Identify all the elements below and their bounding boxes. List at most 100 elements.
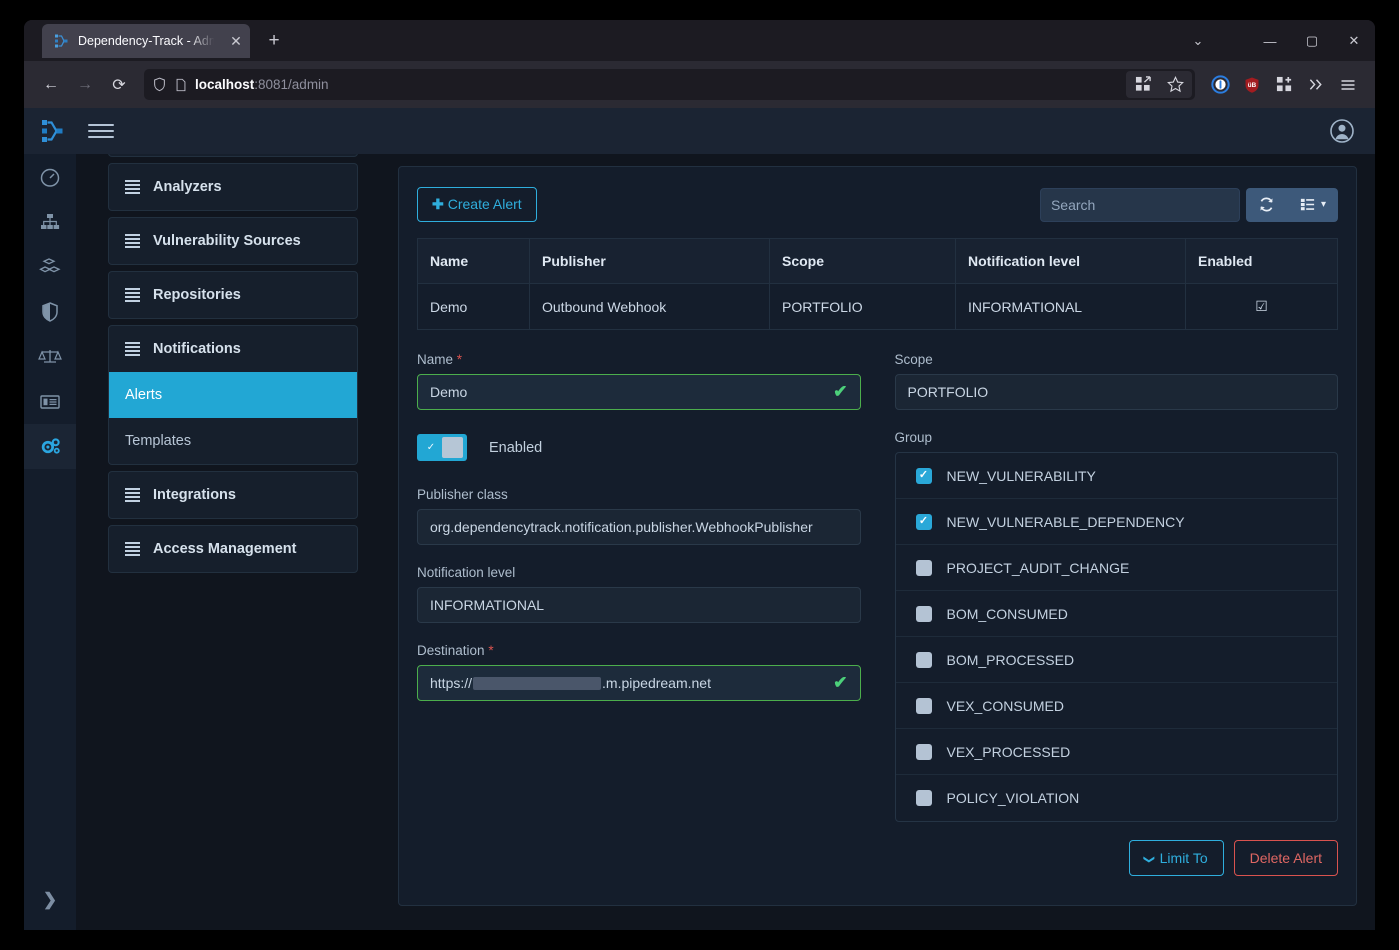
destination-input[interactable]: https:// .m.pipedream.net ✔ bbox=[417, 665, 861, 701]
close-window-button[interactable]: ✕ bbox=[1333, 26, 1375, 56]
ublock-origin-icon[interactable]: üB bbox=[1237, 71, 1267, 98]
bookmark-star-icon[interactable] bbox=[1160, 71, 1190, 98]
refresh-button[interactable] bbox=[1246, 188, 1287, 222]
destination-suffix: .m.pipedream.net bbox=[602, 675, 711, 691]
sidebar-group-repositories: Repositories bbox=[108, 271, 358, 319]
checkbox-bom-consumed[interactable] bbox=[915, 605, 932, 622]
list-item[interactable]: VEX_CONSUMED bbox=[895, 683, 1337, 729]
checkbox-project-audit-change[interactable] bbox=[915, 559, 932, 576]
label-name-text: Name bbox=[417, 352, 454, 367]
sidebar-item-label: Notifications bbox=[153, 341, 241, 357]
shield-icon bbox=[42, 301, 58, 322]
column-header-enabled[interactable]: Enabled bbox=[1185, 238, 1338, 284]
hamburger-menu-icon[interactable] bbox=[88, 121, 114, 141]
name-input[interactable]: Demo ✔ bbox=[417, 374, 861, 410]
tab-list-chevron-icon[interactable]: ⌄ bbox=[1177, 26, 1219, 56]
group-checkbox-list: NEW_VULNERABILITY NEW_VULNERABLE_DEPENDE… bbox=[894, 452, 1338, 822]
notification-level-select[interactable]: INFORMATIONAL bbox=[417, 587, 861, 623]
group-item-label: BOM_PROCESSED bbox=[946, 651, 1075, 668]
checkbox-new-vulnerable-dependency[interactable] bbox=[915, 513, 932, 530]
label-name: Name * bbox=[417, 352, 861, 367]
sidebar-item-label: Access Management bbox=[153, 541, 297, 557]
table-row[interactable]: Demo Outbound Webhook PORTFOLIO INFORMAT… bbox=[417, 283, 1338, 330]
sidebar-item-templates[interactable]: Templates bbox=[109, 418, 357, 464]
rail-item-licenses[interactable] bbox=[24, 334, 76, 379]
cell-name: Demo bbox=[417, 283, 530, 330]
app-menu-icon[interactable] bbox=[1333, 71, 1363, 98]
column-header-publisher[interactable]: Publisher bbox=[529, 238, 770, 284]
rail-item-vulnerabilities[interactable] bbox=[24, 289, 76, 334]
sidebar-item-integrations[interactable]: Integrations bbox=[109, 472, 357, 518]
sidebar-item-notifications[interactable]: Notifications bbox=[109, 326, 357, 372]
form-actions: ❯ Limit To Delete Alert bbox=[895, 840, 1338, 876]
enabled-toggle-label: Enabled bbox=[489, 439, 543, 456]
app-header bbox=[24, 108, 1375, 154]
limit-to-button[interactable]: ❯ Limit To bbox=[1129, 840, 1224, 876]
checkbox-bom-processed[interactable] bbox=[915, 651, 932, 668]
list-item[interactable]: BOM_PROCESSED bbox=[895, 637, 1337, 683]
rail-item-components[interactable] bbox=[24, 244, 76, 289]
browser-tab[interactable]: Dependency-Track - Admi ✕ bbox=[42, 24, 250, 58]
group-item-label: PROJECT_AUDIT_CHANGE bbox=[946, 559, 1130, 576]
columns-dropdown-button[interactable]: ▾ bbox=[1287, 188, 1338, 222]
list-item[interactable]: NEW_VULNERABLE_DEPENDENCY bbox=[895, 499, 1337, 545]
create-alert-button[interactable]: ✚ Create Alert bbox=[417, 187, 537, 222]
tab-close-icon[interactable]: ✕ bbox=[228, 34, 244, 48]
rail-expand-chevron-icon[interactable]: ❯ bbox=[24, 870, 76, 930]
form-left-column: Name * Demo ✔ ✓ Enabled Publisher class … bbox=[417, 352, 861, 876]
back-button[interactable]: ← bbox=[36, 70, 66, 100]
user-avatar-icon[interactable] bbox=[1329, 118, 1355, 144]
sidebar-item-analyzers[interactable]: Analyzers bbox=[109, 164, 357, 210]
checkbox-new-vulnerability[interactable] bbox=[915, 467, 932, 484]
form-right-column: Scope PORTFOLIO Group NEW_VULNERABILITY bbox=[894, 352, 1338, 876]
destination-prefix: https:// bbox=[430, 675, 473, 691]
minimize-button[interactable]: — bbox=[1249, 26, 1291, 56]
sidebar-item-repositories[interactable]: Repositories bbox=[109, 272, 357, 318]
sidebar-item-access-management[interactable]: Access Management bbox=[109, 526, 357, 572]
dependency-track-logo bbox=[42, 120, 63, 142]
sidebar-item-alerts[interactable]: Alerts bbox=[109, 372, 357, 418]
reload-button[interactable]: ⟳ bbox=[104, 70, 134, 100]
alerts-toolbar: ✚ Create Alert Search ▾ bbox=[417, 187, 1338, 222]
rail-item-administration[interactable] bbox=[24, 424, 76, 469]
delete-alert-button[interactable]: Delete Alert bbox=[1233, 840, 1338, 876]
sidebar-item-vulnerability-sources[interactable]: Vulnerability Sources bbox=[109, 218, 357, 264]
list-item[interactable]: POLICY_VIOLATION bbox=[896, 775, 1338, 821]
alerts-panel: ✚ Create Alert Search ▾ Name Publisher S… bbox=[398, 166, 1357, 906]
rail-item-projects[interactable] bbox=[24, 199, 76, 244]
address-bar[interactable]: localhost:8081/admin bbox=[144, 69, 1195, 100]
sidebar-group-partial bbox=[108, 154, 358, 157]
onepassword-icon[interactable] bbox=[1205, 71, 1235, 98]
rail-item-policy[interactable] bbox=[24, 379, 76, 424]
overflow-chevrons-icon[interactable] bbox=[1301, 71, 1331, 98]
checkbox-vex-consumed[interactable] bbox=[915, 697, 932, 714]
checkbox-policy-violation[interactable] bbox=[915, 790, 932, 806]
list-item[interactable]: NEW_VULNERABILITY bbox=[895, 453, 1337, 499]
table-body: Demo Outbound Webhook PORTFOLIO INFORMAT… bbox=[417, 283, 1338, 330]
chevron-down-icon: ❯ bbox=[1143, 854, 1156, 865]
cell-scope: PORTFOLIO bbox=[769, 283, 956, 330]
list-item[interactable]: BOM_CONSUMED bbox=[895, 591, 1337, 637]
gears-icon bbox=[41, 438, 60, 454]
url-host: localhost bbox=[195, 77, 255, 92]
field-scope: Scope PORTFOLIO bbox=[894, 352, 1338, 410]
maximize-button[interactable]: ▢ bbox=[1291, 26, 1333, 56]
enabled-toggle[interactable]: ✓ bbox=[417, 434, 467, 461]
search-input[interactable] bbox=[1039, 187, 1240, 222]
rail-item-dashboard[interactable] bbox=[24, 154, 76, 199]
list-item[interactable]: PROJECT_AUDIT_CHANGE bbox=[895, 545, 1337, 591]
new-tab-button[interactable]: + bbox=[258, 26, 290, 56]
publisher-class-input[interactable]: org.dependencytrack.notification.publish… bbox=[417, 509, 861, 545]
addressbar-actions bbox=[1126, 71, 1192, 98]
list-item[interactable]: VEX_PROCESSED bbox=[895, 729, 1337, 775]
checkbox-vex-processed[interactable] bbox=[915, 743, 932, 760]
alert-detail-form: Name * Demo ✔ ✓ Enabled Publisher class … bbox=[417, 330, 1338, 876]
column-header-notification-level[interactable]: Notification level bbox=[955, 238, 1186, 284]
column-header-name[interactable]: Name bbox=[417, 238, 530, 284]
scope-select[interactable]: PORTFOLIO bbox=[894, 374, 1338, 410]
column-header-scope[interactable]: Scope bbox=[769, 238, 956, 284]
extensions-icon[interactable] bbox=[1269, 71, 1299, 98]
split-view-icon[interactable] bbox=[1128, 71, 1158, 98]
label-destination: Destination * bbox=[417, 643, 861, 658]
field-name: Name * Demo ✔ bbox=[417, 352, 861, 410]
